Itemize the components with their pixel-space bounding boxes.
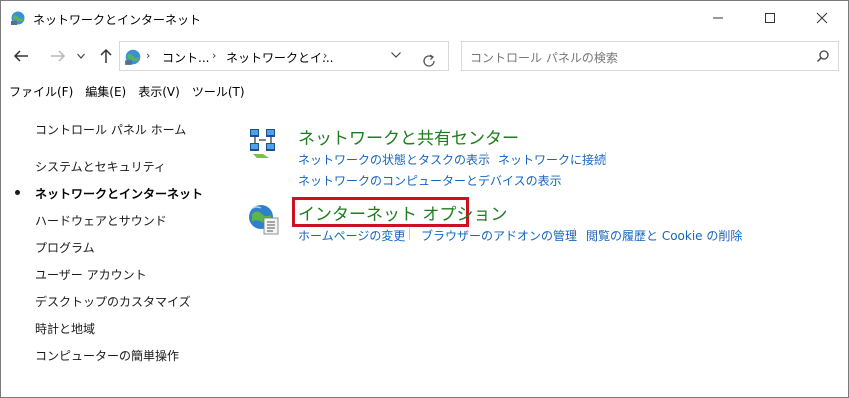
refresh-button[interactable] [414, 47, 444, 75]
recent-locations-button[interactable] [73, 45, 89, 67]
arrow-up-icon [100, 48, 112, 63]
maximize-icon [765, 13, 775, 23]
refresh-icon [423, 54, 435, 67]
sidebar-item-programs[interactable]: プログラム [35, 239, 95, 256]
sidebar-item-clock-region[interactable]: 時計と地域 [35, 320, 95, 337]
window-title: ネットワークとインターネット [33, 13, 202, 27]
arrow-right-icon [51, 50, 66, 62]
change-homepage-link[interactable]: ホームページの変更 [298, 227, 405, 244]
arrow-left-icon [13, 50, 28, 62]
address-dropdown-button[interactable] [388, 48, 404, 64]
search-input[interactable]: コントロール パネルの検索 [461, 41, 839, 71]
task-separator [605, 152, 606, 164]
view-network-status-link[interactable]: ネットワークの状態とタスクの表示 [298, 151, 490, 168]
chevron-down-icon [77, 53, 85, 59]
task-separator [574, 228, 575, 240]
network-sharing-center-link[interactable]: ネットワークと共有センター [298, 124, 519, 149]
active-bullet-icon [15, 190, 20, 195]
breadcrumb-separator-icon: › [146, 49, 151, 62]
sidebar-item-network-internet[interactable]: ネットワークとインターネット [35, 185, 203, 202]
up-button[interactable] [95, 45, 117, 67]
sidebar-item-personalization[interactable]: デスクトップのカスタマイズ [35, 293, 191, 310]
menu-file[interactable]: ファイル(F) [5, 81, 77, 101]
breadcrumb-item[interactable]: ネットワークとイ... [226, 49, 333, 66]
network-globe-icon [124, 48, 142, 66]
close-button[interactable] [799, 1, 845, 35]
back-button[interactable] [10, 45, 32, 67]
minimize-icon [713, 17, 723, 19]
control-panel-window: ネットワークとインターネット › コント... › ネットワークとイ... › … [0, 0, 849, 398]
maximize-button[interactable] [747, 1, 793, 35]
forward-button[interactable] [47, 45, 69, 67]
breadcrumb-separator-icon[interactable]: › [323, 49, 327, 62]
sidebar-item-user-accounts[interactable]: ユーザー アカウント [35, 266, 147, 283]
menu-edit[interactable]: 編集(E) [81, 81, 130, 101]
address-bar[interactable]: › コント... › ネットワークとイ... › [119, 41, 449, 71]
minimize-button[interactable] [695, 1, 741, 35]
menu-view[interactable]: 表示(V) [134, 81, 184, 101]
network-sharing-center-icon [247, 126, 279, 158]
title-bar: ネットワークとインターネット [1, 1, 848, 35]
delete-browsing-history-link[interactable]: 閲覧の履歴と Cookie の削除 [586, 227, 742, 244]
menu-bar: ファイル(F) 編集(E) 表示(V) ツール(T) [1, 81, 249, 101]
breadcrumb-separator-icon[interactable]: › [212, 49, 216, 62]
sidebar-item-hardware-sound[interactable]: ハードウェアとサウンド [35, 212, 167, 229]
task-separator [486, 152, 487, 164]
connect-to-network-link[interactable]: ネットワークに接続 [498, 151, 606, 168]
chevron-down-icon [391, 52, 401, 58]
breadcrumb-item[interactable]: コント... [162, 49, 209, 66]
network-globe-icon [10, 10, 26, 26]
close-icon [816, 12, 828, 24]
sidebar-item-control-panel-home[interactable]: コントロール パネル ホーム [35, 121, 186, 138]
sidebar-item-ease-of-access[interactable]: コンピューターの簡単操作 [35, 347, 179, 364]
internet-options-icon [247, 202, 279, 235]
task-separator [409, 228, 410, 240]
sidebar-item-system-security[interactable]: システムとセキュリティ [35, 158, 166, 175]
manage-browser-addons-link[interactable]: ブラウザーのアドオンの管理 [421, 227, 577, 244]
menu-tools[interactable]: ツール(T) [188, 81, 249, 101]
view-network-computers-link[interactable]: ネットワークのコンピューターとデバイスの表示 [298, 172, 562, 189]
navigation-bar: › コント... › ネットワークとイ... › コントロール パネルの検索 [1, 39, 848, 73]
internet-options-link[interactable]: インターネット オプション [298, 200, 507, 225]
search-placeholder: コントロール パネルの検索 [470, 51, 618, 65]
search-icon[interactable] [816, 49, 830, 63]
